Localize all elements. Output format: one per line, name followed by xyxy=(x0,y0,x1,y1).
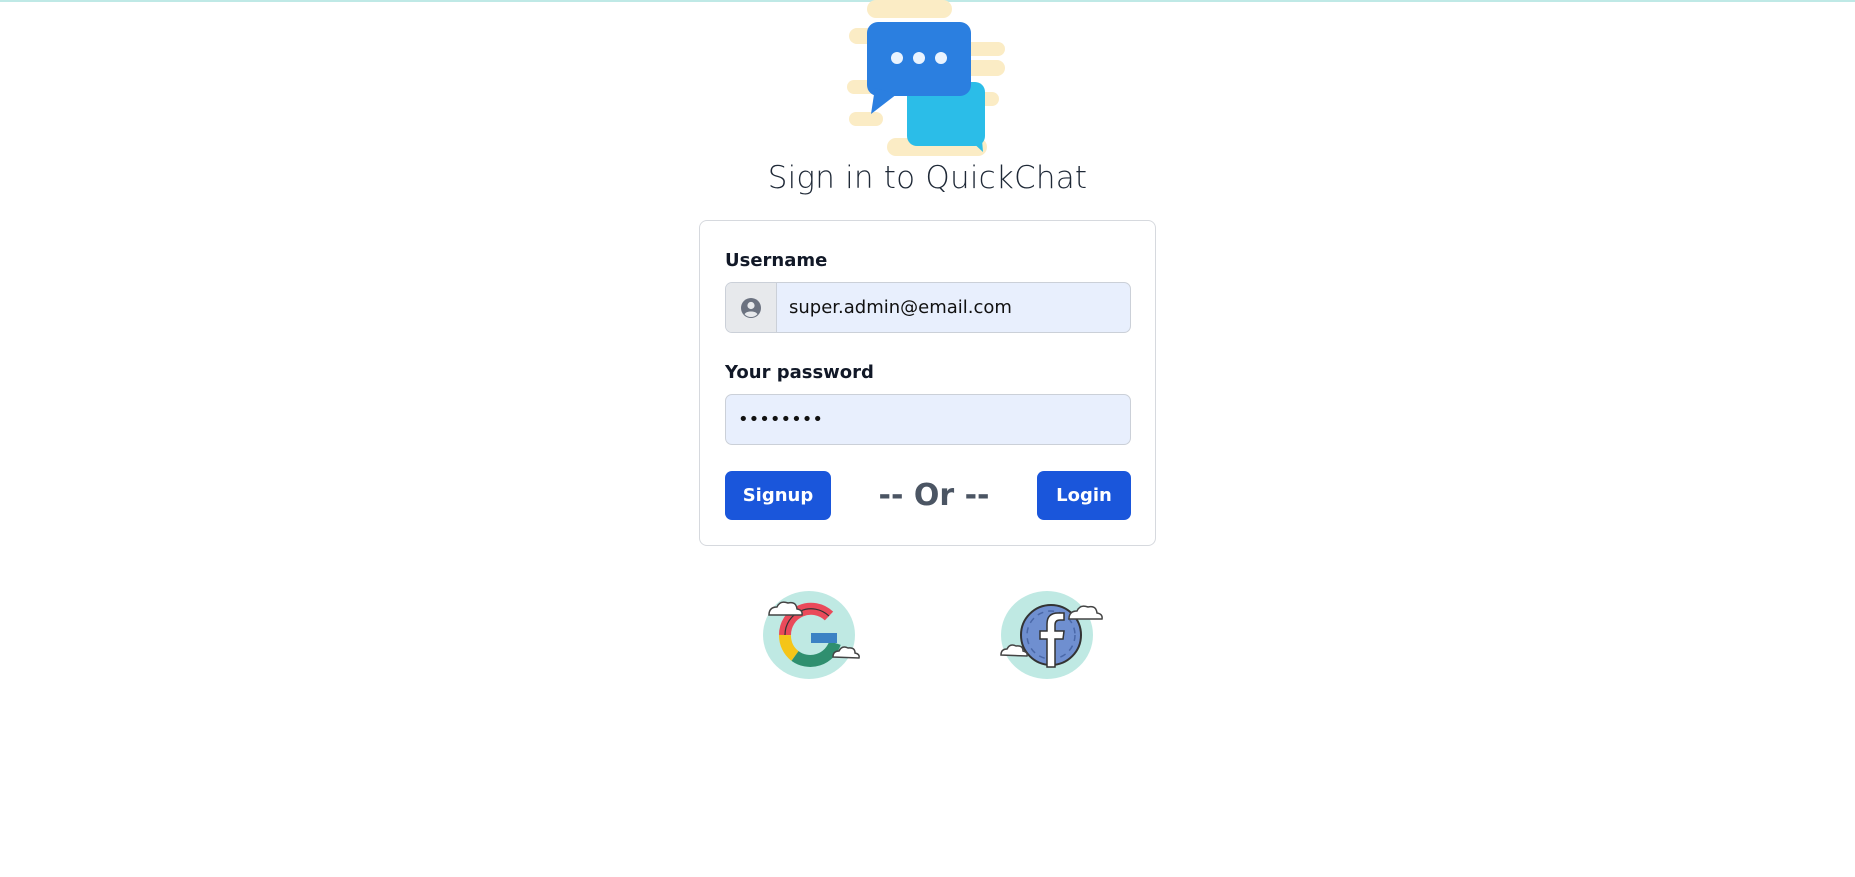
user-circle-icon xyxy=(726,283,777,332)
login-button[interactable]: Login xyxy=(1037,471,1131,520)
password-input[interactable] xyxy=(725,394,1131,445)
chat-bubbles-logo-icon xyxy=(847,0,1005,156)
google-icon xyxy=(763,591,860,679)
facebook-login-button[interactable] xyxy=(993,585,1103,685)
or-divider-text: -- Or -- xyxy=(878,478,990,513)
page-title: Sign in to QuickChat xyxy=(767,160,1088,196)
username-input[interactable] xyxy=(777,283,1130,332)
google-login-button[interactable] xyxy=(755,585,865,685)
facebook-icon xyxy=(1000,591,1103,679)
password-label: Your password xyxy=(725,362,874,383)
signup-button[interactable]: Signup xyxy=(725,471,831,520)
quickchat-logo xyxy=(845,0,1010,160)
username-label: Username xyxy=(725,250,828,271)
username-input-group xyxy=(725,282,1131,333)
